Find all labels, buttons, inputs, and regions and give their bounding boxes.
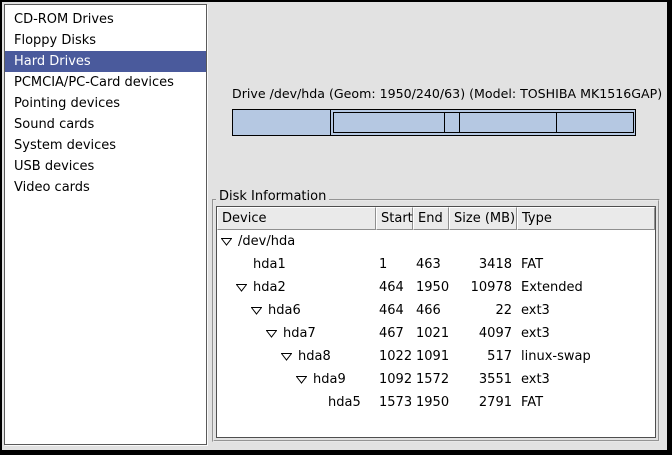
partition-segment-hda1 [233,110,331,135]
sidebar-item-pointing-devices[interactable]: Pointing devices [5,93,206,114]
table-row-dev-hda[interactable]: /dev/hda [217,230,655,253]
end-cell: 463 [413,253,449,276]
partition-bar [232,109,636,136]
device-name: /dev/hda [238,230,295,253]
size-cell: 10978 [449,276,517,299]
partition-segment-hda7 [334,113,446,132]
column-header-type[interactable]: Type [517,207,655,230]
table-row-hda2[interactable]: hda2 464 1950 10978 Extended [217,276,655,299]
table-row-hda9[interactable]: hda9 1092 1572 3551 ext3 [217,368,655,391]
start-cell: 1573 [376,391,413,414]
device-name: hda1 [253,253,286,276]
device-name: hda5 [328,391,361,414]
expander-icon[interactable] [251,306,262,315]
table-row-hda8[interactable]: hda8 1022 1091 517 linux-swap [217,345,655,368]
expander-icon[interactable] [266,329,277,338]
sidebar-item-hard-drives[interactable]: Hard Drives [5,51,206,72]
expander-icon[interactable] [281,352,292,361]
partition-table-header: Device Start End Size (MB) Type [217,207,655,230]
drive-description-label: Drive /dev/hda (Geom: 1950/240/63) (Mode… [232,86,636,101]
column-header-start[interactable]: Start [376,207,413,230]
type-cell: ext3 [517,368,655,391]
end-cell: 1950 [413,391,449,414]
size-cell: 22 [449,299,517,322]
table-row-hda7[interactable]: hda7 467 1021 4097 ext3 [217,322,655,345]
end-cell [413,230,449,253]
size-cell: 4097 [449,322,517,345]
expander-icon[interactable] [296,375,307,384]
end-cell: 1091 [413,345,449,368]
disk-information-frame-label: Disk Information [216,189,329,204]
table-row-hda1[interactable]: hda1 1 463 3418 FAT [217,253,655,276]
type-cell: ext3 [517,322,655,345]
type-cell: Extended [517,276,655,299]
start-cell: 464 [376,299,413,322]
device-category-list: CD-ROM Drives Floppy Disks Hard Drives P… [4,4,207,445]
start-cell: 1092 [376,368,413,391]
hardware-browser-window: CD-ROM Drives Floppy Disks Hard Drives P… [0,0,672,455]
type-cell: FAT [517,391,655,414]
column-header-device[interactable]: Device [217,207,376,230]
device-name: hda9 [313,368,346,391]
sidebar-item-floppy-disks[interactable]: Floppy Disks [5,30,206,51]
column-header-size[interactable]: Size (MB) [449,207,517,230]
sidebar-item-usb-devices[interactable]: USB devices [5,156,206,177]
sidebar-item-video-cards[interactable]: Video cards [5,177,206,198]
extended-partition-box [333,112,634,133]
device-name: hda7 [283,322,316,345]
size-cell: 3551 [449,368,517,391]
start-cell [376,230,413,253]
size-cell: 517 [449,345,517,368]
expander-icon[interactable] [221,237,232,246]
sidebar-item-sound-cards[interactable]: Sound cards [5,114,206,135]
end-cell: 466 [413,299,449,322]
size-cell: 2791 [449,391,517,414]
device-name: hda6 [268,299,301,322]
type-cell: ext3 [517,299,655,322]
type-cell: FAT [517,253,655,276]
end-cell: 1572 [413,368,449,391]
start-cell: 1 [376,253,413,276]
type-cell: linux-swap [517,345,655,368]
table-row-hda6[interactable]: hda6 464 466 22 ext3 [217,299,655,322]
end-cell: 1950 [413,276,449,299]
partition-segment-hda8 [445,113,460,132]
sidebar-item-cdrom-drives[interactable]: CD-ROM Drives [5,9,206,30]
sidebar-item-pcmcia-devices[interactable]: PCMCIA/PC-Card devices [5,72,206,93]
partition-segment-hda9 [460,113,557,132]
size-cell: 3418 [449,253,517,276]
start-cell: 464 [376,276,413,299]
size-cell [449,230,517,253]
sidebar-item-system-devices[interactable]: System devices [5,135,206,156]
partition-table: Device Start End Size (MB) Type /dev/hda… [216,206,656,438]
device-name: hda2 [253,276,286,299]
end-cell: 1021 [413,322,449,345]
start-cell: 467 [376,322,413,345]
partition-segment-hda5 [557,113,633,132]
expander-icon[interactable] [236,283,247,292]
device-name: hda8 [298,345,331,368]
type-cell [517,230,655,253]
table-row-hda5[interactable]: hda5 1573 1950 2791 FAT [217,391,655,414]
column-header-end[interactable]: End [413,207,449,230]
start-cell: 1022 [376,345,413,368]
